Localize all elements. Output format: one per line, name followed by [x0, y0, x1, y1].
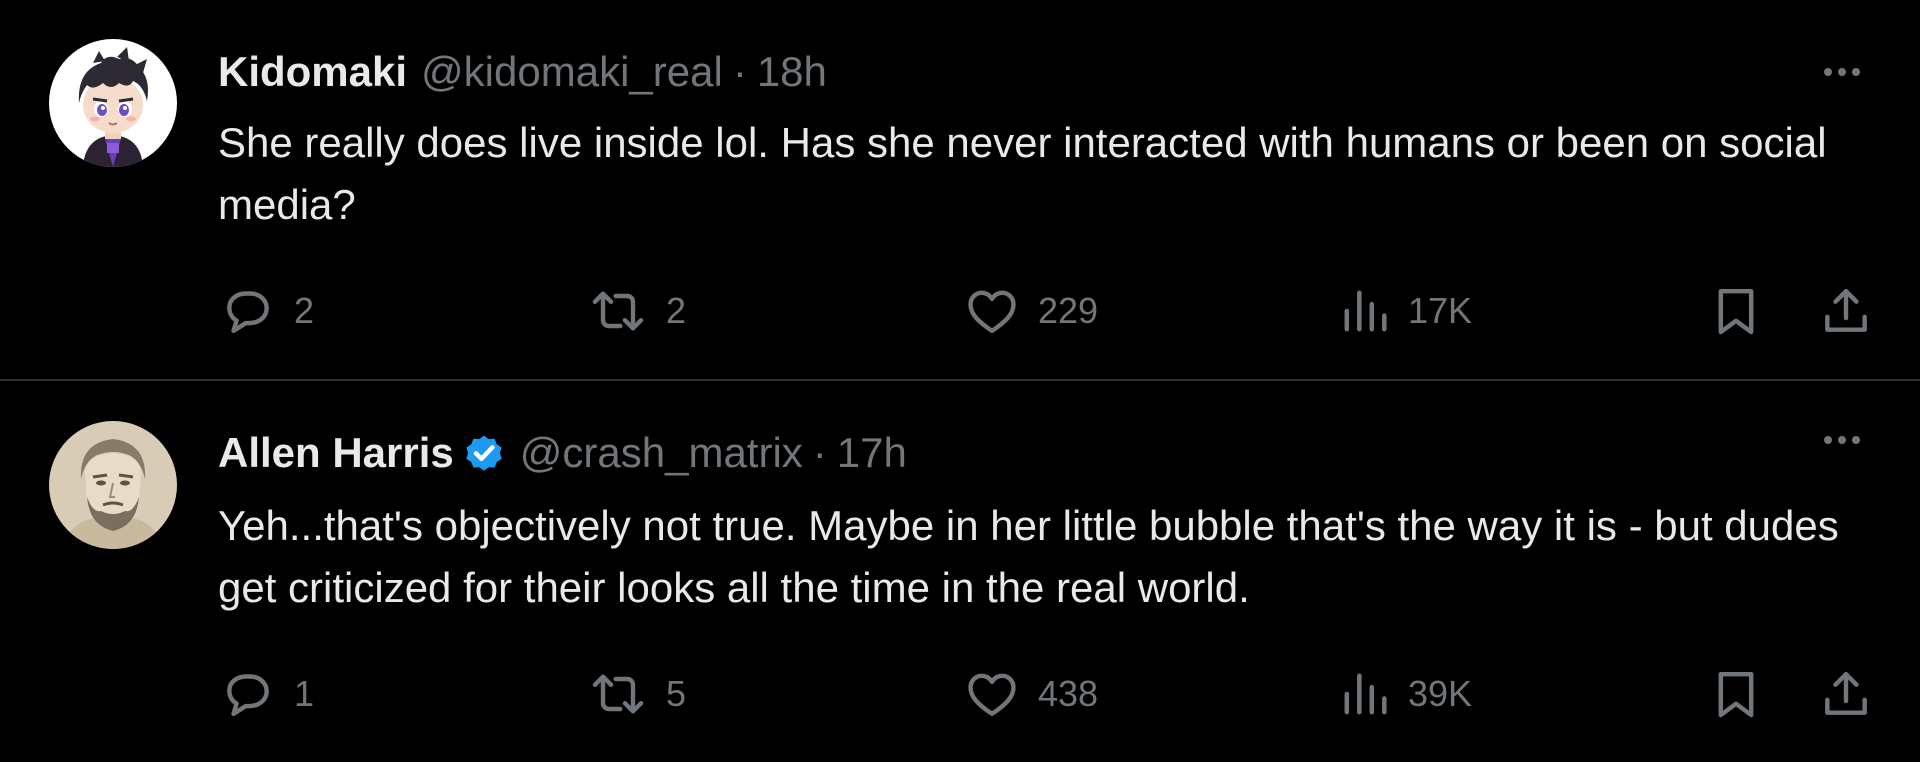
- verified-badge-icon: [466, 435, 502, 471]
- more-dot: [1838, 436, 1846, 444]
- more-dots-icon: [1824, 436, 1832, 444]
- display-name[interactable]: Kidomaki: [218, 44, 407, 100]
- like-button[interactable]: 438: [964, 659, 1098, 729]
- retweet-button[interactable]: 2: [588, 276, 686, 346]
- retweet-count: 5: [666, 673, 687, 714]
- like-button[interactable]: 229: [964, 276, 1098, 346]
- reply-bubble-icon: [227, 291, 269, 334]
- reply-bubble-icon: [227, 674, 269, 717]
- bookmark-icon: [1718, 288, 1754, 335]
- action-bar: 1 5 438 39K: [0, 659, 1920, 729]
- sketch-portrait-icon: [49, 421, 177, 549]
- more-dot: [1852, 436, 1860, 444]
- views-button[interactable]: 39K: [1340, 659, 1472, 729]
- like-count: 229: [1038, 290, 1099, 331]
- share-upload-icon: [1825, 288, 1867, 332]
- timestamp[interactable]: 17h: [837, 425, 907, 481]
- more-dots-icon: [1824, 68, 1832, 76]
- retweet-button[interactable]: 5: [588, 659, 686, 729]
- bookmark-icon: [1718, 671, 1754, 718]
- action-bar: 2 2 229 17K: [0, 276, 1920, 346]
- tweet-header: Kidomaki @kidomaki_real · 18h: [218, 44, 827, 100]
- anime-avatar-icon: [49, 39, 177, 167]
- bar-chart-icon: [1344, 673, 1387, 715]
- reply-button[interactable]: 2: [220, 276, 314, 346]
- display-name[interactable]: Allen Harris: [218, 425, 454, 481]
- verified-badge[interactable]: [462, 431, 506, 475]
- separator-dot: ·: [732, 48, 747, 95]
- heart-icon: [968, 673, 1016, 717]
- tweet-item[interactable]: Allen Harris @crash_matrix · 17h Yeh...t…: [0, 381, 1920, 762]
- more-options-button[interactable]: [1814, 426, 1870, 454]
- reply-feed: Kidomaki @kidomaki_real · 18h She really…: [0, 0, 1920, 762]
- avatar[interactable]: [49, 421, 177, 549]
- bookmark-button[interactable]: [1708, 659, 1764, 729]
- user-handle[interactable]: @kidomaki_real: [421, 44, 723, 100]
- tweet-item[interactable]: Kidomaki @kidomaki_real · 18h She really…: [0, 0, 1920, 380]
- retweet-arrows-icon: [592, 674, 644, 714]
- like-count: 438: [1038, 673, 1099, 714]
- tweet-text: Yeh...that's objectively not true. Maybe…: [218, 502, 1839, 611]
- share-upload-icon: [1825, 671, 1867, 715]
- share-button[interactable]: [1818, 659, 1874, 729]
- tweet-header: Allen Harris @crash_matrix · 17h: [218, 425, 907, 481]
- more-dot: [1838, 68, 1846, 76]
- reply-count: 1: [294, 673, 315, 714]
- share-button[interactable]: [1818, 276, 1874, 346]
- more-dot: [1852, 68, 1860, 76]
- bookmark-button[interactable]: [1708, 276, 1764, 346]
- reply-button[interactable]: 1: [220, 659, 314, 729]
- timestamp[interactable]: 18h: [757, 44, 827, 100]
- heart-icon: [968, 290, 1016, 334]
- tweet-text: She really does live inside lol. Has she…: [218, 119, 1827, 228]
- views-count: 17K: [1408, 290, 1473, 331]
- bar-chart-icon: [1344, 290, 1387, 332]
- user-handle[interactable]: @crash_matrix: [520, 425, 803, 481]
- views-button[interactable]: 17K: [1340, 276, 1472, 346]
- separator-dot: ·: [812, 429, 827, 476]
- reply-count: 2: [294, 290, 315, 331]
- avatar[interactable]: [49, 39, 177, 167]
- retweet-arrows-icon: [592, 291, 644, 331]
- retweet-count: 2: [666, 290, 687, 331]
- views-count: 39K: [1408, 673, 1473, 714]
- more-options-button[interactable]: [1814, 58, 1870, 86]
